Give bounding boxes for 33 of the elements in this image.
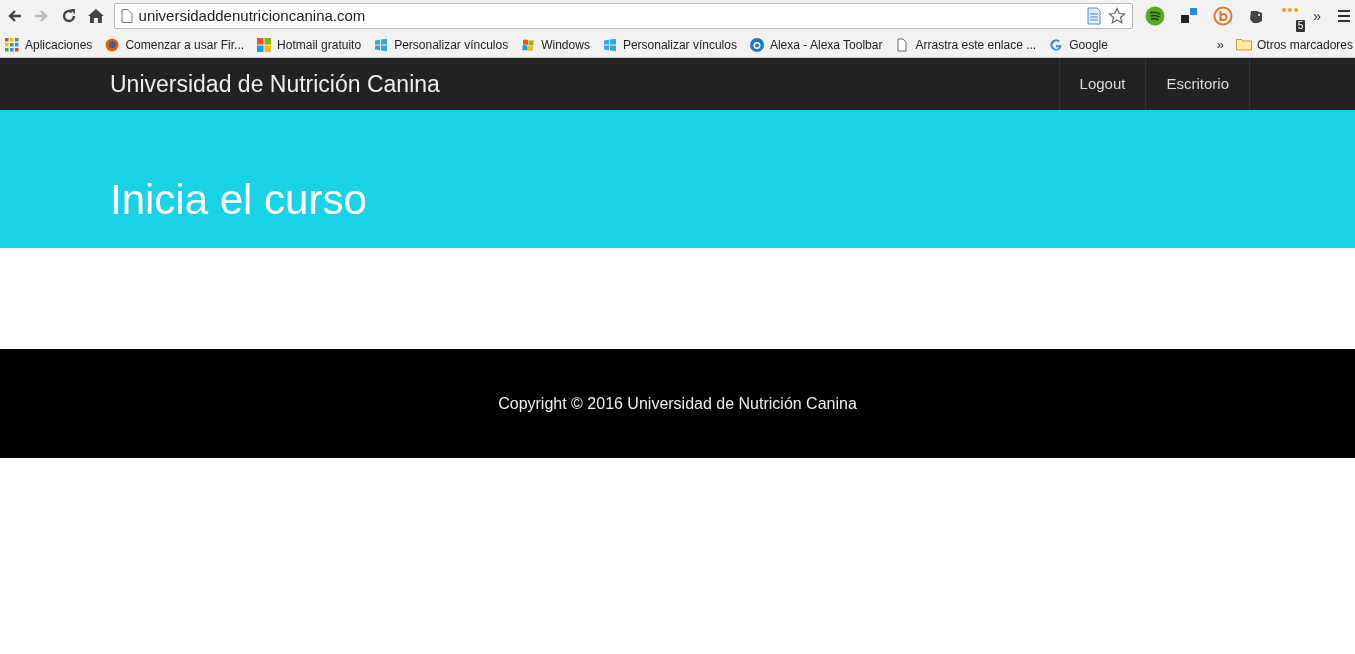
star-icon[interactable]	[1108, 7, 1127, 25]
bookmark-item[interactable]: Comenzar a usar Fir...	[105, 35, 245, 54]
address-bar[interactable]: universidaddenutricioncanina.com	[113, 3, 1134, 29]
home-icon[interactable]	[86, 7, 105, 25]
windows-icon	[602, 37, 617, 52]
url-text: universidaddenutricioncanina.com	[138, 5, 366, 26]
bookmark-item[interactable]: Personalizar vínculos	[374, 35, 509, 54]
bookmark-item[interactable]: Arrastra este enlace ...	[895, 35, 1037, 54]
page-icon	[895, 37, 910, 52]
page-icon	[120, 9, 133, 23]
waving-flag-icon	[521, 37, 536, 52]
copyright-text: Copyright © 2016 Universidad de Nutrición Canina	[498, 393, 857, 414]
four-tiles-icon	[257, 37, 272, 52]
bookmark-item[interactable]: Alexa - Alexa Toolbar	[749, 35, 883, 54]
bookmark-item[interactable]: Aplicaciones	[5, 35, 93, 54]
extension-badge: 5	[1295, 20, 1306, 32]
bookmark-item[interactable]: Hotmail gratuito	[257, 35, 362, 54]
g-logo-icon	[1049, 37, 1064, 52]
bookmark-item[interactable]: Windows	[521, 35, 590, 54]
extensions-overflow[interactable]: »	[1313, 5, 1321, 27]
windows-icon	[374, 37, 389, 52]
bookmark-folder[interactable]: Otros marcadores	[1235, 35, 1353, 54]
apps-grid-icon	[5, 37, 19, 52]
bookmark-item[interactable]: Personalizar vínculos	[602, 35, 737, 54]
site-brand[interactable]: Universidad de Nutrición Canina	[110, 66, 440, 102]
bookmark-item[interactable]: Google	[1049, 35, 1108, 54]
bookmarks-overflow[interactable]: »	[1216, 34, 1224, 55]
squares-icon[interactable]	[1179, 6, 1200, 26]
menu-icon[interactable]	[1337, 9, 1351, 23]
letter-b-circle-icon[interactable]	[1213, 6, 1234, 26]
hero-title: Inicia el curso	[110, 175, 367, 225]
sound-waves-circle-icon[interactable]	[1145, 6, 1166, 26]
folder-icon	[1235, 38, 1252, 51]
